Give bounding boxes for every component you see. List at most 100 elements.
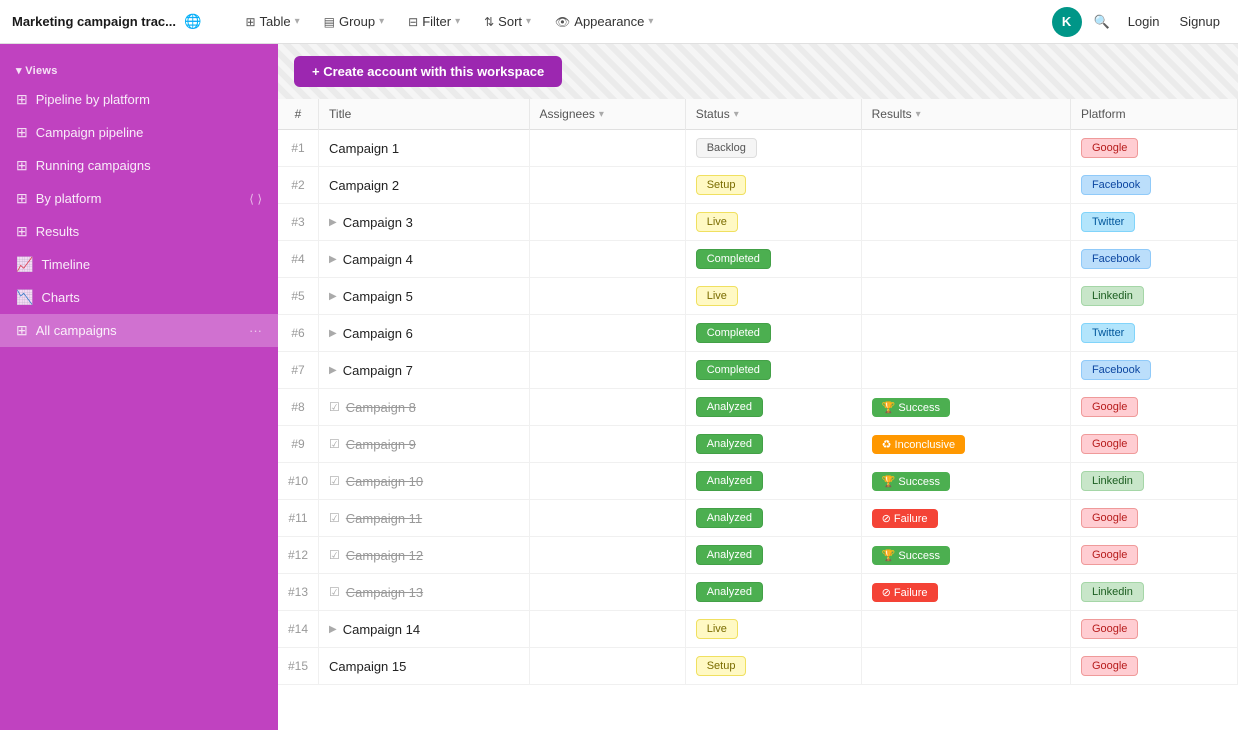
sidebar-item-all-campaigns[interactable]: ⊞All campaigns··· (0, 314, 278, 347)
row-assignees-10 (529, 500, 685, 537)
check-icon-11[interactable]: ☑ (329, 548, 340, 562)
sidebar-item-running-campaigns[interactable]: ⊞Running campaigns (0, 149, 278, 182)
row-status-4: Live (685, 278, 861, 315)
group-button[interactable]: ▤ Group ▾ (316, 10, 393, 33)
row-title-11[interactable]: ☑Campaign 12 (319, 537, 529, 574)
row-result-6 (861, 352, 1070, 389)
row-title-8[interactable]: ☑Campaign 9 (319, 426, 529, 463)
expand-icon-2[interactable]: ▶ (329, 217, 337, 228)
platform-badge-10: Google (1081, 508, 1138, 528)
sort-button[interactable]: ⇅ Sort ▾ (476, 10, 539, 33)
row-assignees-14 (529, 648, 685, 685)
row-num-7: #8 (278, 389, 319, 426)
app-title: Marketing campaign trac... (12, 14, 176, 29)
check-icon-9[interactable]: ☑ (329, 474, 340, 488)
col-header-results[interactable]: Results▾ (861, 99, 1070, 130)
signup-link[interactable]: Signup (1174, 10, 1226, 33)
check-icon-7[interactable]: ☑ (329, 400, 340, 414)
sidebar-item-charts[interactable]: 📉Charts (0, 281, 278, 314)
row-result-13 (861, 611, 1070, 648)
status-badge-5: Completed (696, 323, 771, 343)
sidebar-item-campaign-pipeline[interactable]: ⊞Campaign pipeline (0, 116, 278, 149)
group-label: Group (339, 14, 375, 29)
filter-button[interactable]: ⊟ Filter ▾ (400, 10, 468, 33)
row-result-3 (861, 241, 1070, 278)
expand-icon-6[interactable]: ▶ (329, 365, 337, 376)
expand-icon-4[interactable]: ▶ (329, 291, 337, 302)
avatar[interactable]: K (1052, 7, 1082, 37)
row-title-4[interactable]: ▶Campaign 5 (319, 278, 529, 315)
row-title-12[interactable]: ☑ Campaign 13 (319, 574, 529, 611)
search-icon[interactable]: 🔍 (1090, 10, 1114, 34)
platform-badge-4: Linkedin (1081, 286, 1144, 306)
row-title-14[interactable]: Campaign 15 (319, 648, 529, 685)
check-icon-12[interactable]: ☑ (329, 585, 340, 599)
sidebar-label-campaign-pipeline: Campaign pipeline (36, 125, 262, 140)
banner: + Create account with this workspace (278, 44, 1238, 99)
row-result-1 (861, 167, 1070, 204)
check-icon-10[interactable]: ☑ (329, 511, 340, 525)
title-text-12: Campaign 13 (346, 585, 423, 600)
row-result-10: ⊘ Failure (861, 500, 1070, 537)
row-num-14: #15 (278, 648, 319, 685)
col-header-num: # (278, 99, 319, 130)
row-title-0[interactable]: Campaign 1 (319, 130, 529, 167)
more-icon-all-campaigns[interactable]: ··· (249, 323, 262, 338)
sidebar-item-results[interactable]: ⊞Results (0, 215, 278, 248)
sidebar-icon-running-campaigns: ⊞ (16, 157, 28, 174)
table-row: #4▶Campaign 4CompletedFacebook (278, 241, 1238, 278)
expand-icon-13[interactable]: ▶ (329, 624, 337, 635)
result-badge-7: 🏆 Success (872, 398, 950, 417)
table-row: #9☑Campaign 9Analyzed♻ InconclusiveGoogl… (278, 426, 1238, 463)
views-arrow-icon: ▾ (16, 65, 25, 77)
check-icon-8[interactable]: ☑ (329, 437, 340, 451)
col-header-platform: Platform (1070, 99, 1237, 130)
status-badge-4: Live (696, 286, 738, 306)
row-platform-6: Facebook (1070, 352, 1237, 389)
sidebar-icon-all-campaigns: ⊞ (16, 322, 28, 339)
sort-arrow-status: ▾ (734, 109, 739, 120)
platform-badge-14: Google (1081, 656, 1138, 676)
expand-icon-3[interactable]: ▶ (329, 254, 337, 265)
platform-badge-0: Google (1081, 138, 1138, 158)
row-num-13: #14 (278, 611, 319, 648)
expand-icon-5[interactable]: ▶ (329, 328, 337, 339)
sidebar-item-by-platform[interactable]: ⊞By platform⟨ ⟩ (0, 182, 278, 215)
row-assignees-12 (529, 574, 685, 611)
filter-label: Filter (422, 14, 451, 29)
platform-badge-12: Linkedin (1081, 582, 1144, 602)
row-title-5[interactable]: ▶Campaign 6 (319, 315, 529, 352)
row-title-13[interactable]: ▶Campaign 14 (319, 611, 529, 648)
row-title-9[interactable]: ☑Campaign 10 (319, 463, 529, 500)
table-row: #12☑Campaign 12Analyzed🏆 SuccessGoogle (278, 537, 1238, 574)
status-badge-9: Analyzed (696, 471, 763, 491)
row-title-1[interactable]: Campaign 2 (319, 167, 529, 204)
status-badge-6: Completed (696, 360, 771, 380)
login-link[interactable]: Login (1122, 10, 1166, 33)
row-title-6[interactable]: ▶Campaign 7 (319, 352, 529, 389)
table-button[interactable]: ⊞ Table ▾ (237, 10, 307, 33)
row-assignees-5 (529, 315, 685, 352)
appearance-button[interactable]: 👁 Appearance ▾ (547, 10, 661, 33)
row-platform-7: Google (1070, 389, 1237, 426)
table-label: Table (260, 14, 291, 29)
col-header-status[interactable]: Status▾ (685, 99, 861, 130)
row-title-2[interactable]: ▶Campaign 3 (319, 204, 529, 241)
row-platform-11: Google (1070, 537, 1237, 574)
table-icon: ⊞ (245, 15, 255, 29)
create-account-button[interactable]: + Create account with this workspace (294, 56, 562, 87)
col-header-assignees[interactable]: Assignees▾ (529, 99, 685, 130)
row-title-7[interactable]: ☑Campaign 8 (319, 389, 529, 426)
row-title-3[interactable]: ▶Campaign 4 (319, 241, 529, 278)
sidebar-item-pipeline-by-platform[interactable]: ⊞Pipeline by platform (0, 83, 278, 116)
sidebar-item-timeline[interactable]: 📈Timeline (0, 248, 278, 281)
result-badge-8: ♻ Inconclusive (872, 435, 965, 454)
row-assignees-3 (529, 241, 685, 278)
sidebar-label-timeline: Timeline (41, 257, 262, 272)
row-title-10[interactable]: ☑Campaign 11 (319, 500, 529, 537)
sidebar-label-pipeline-by-platform: Pipeline by platform (36, 92, 262, 107)
row-status-2: Live (685, 204, 861, 241)
sort-arrow-results: ▾ (916, 109, 921, 120)
col-label-platform: Platform (1081, 107, 1126, 121)
platform-badge-9: Linkedin (1081, 471, 1144, 491)
